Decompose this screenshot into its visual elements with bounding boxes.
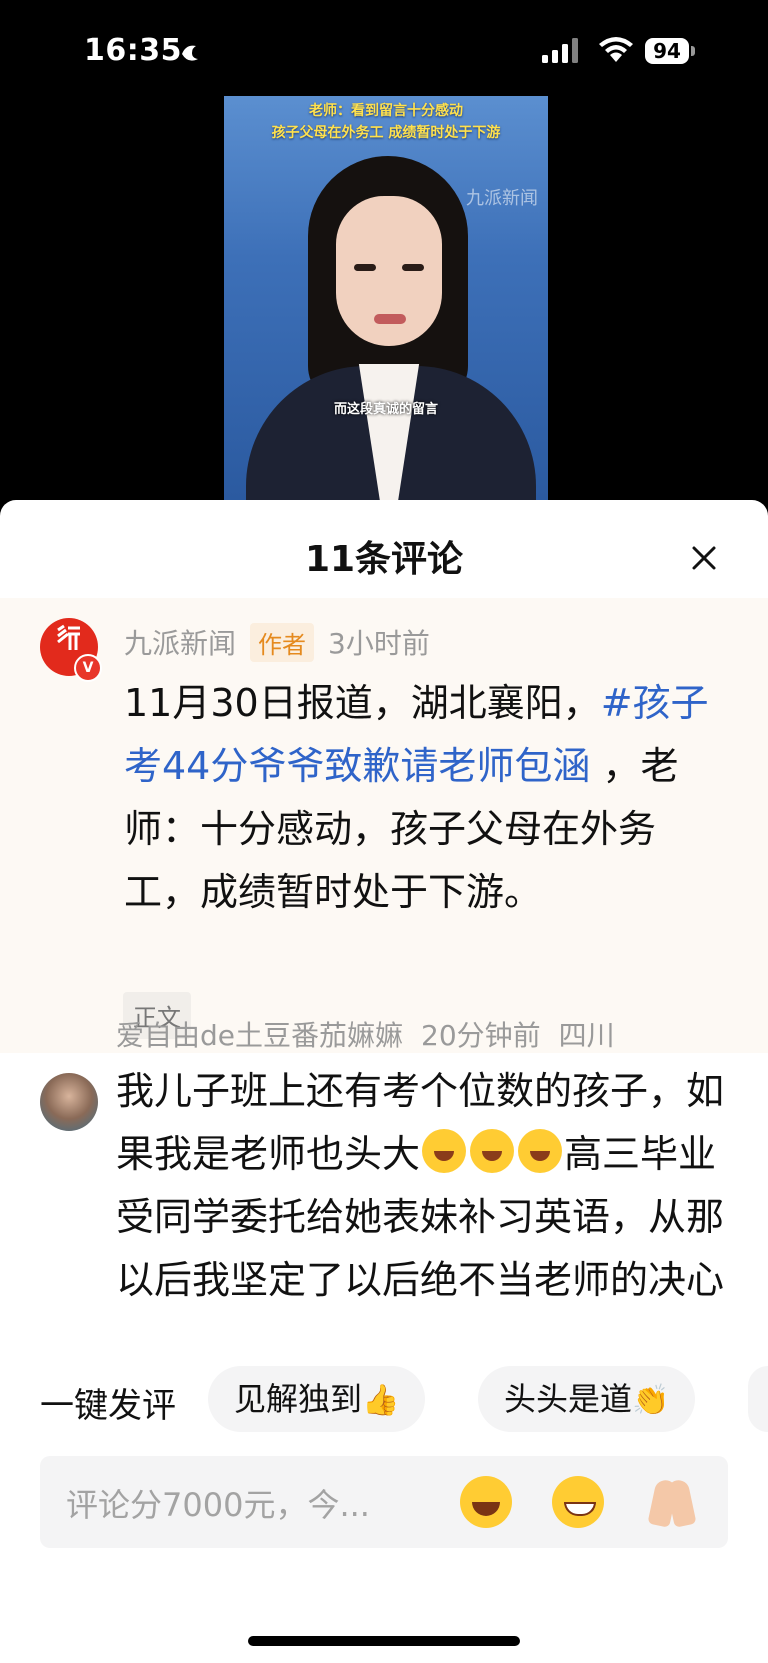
user-avatar[interactable] xyxy=(40,1073,98,1131)
author-comment-text: 11月30日报道，湖北襄阳，#孩子考44分爷爷致歉请老师包涵 ，老师：十分感动，… xyxy=(124,672,724,924)
jiupai-logo-icon xyxy=(57,624,80,650)
user-comment-meta: 爱自由de土豆番茄嫲嫲 20分钟前 四川 xyxy=(116,1014,615,1054)
wifi-icon xyxy=(599,37,633,62)
video-watermark: 九派新闻 xyxy=(466,188,538,209)
quick-comment-chip[interactable]: 见解独到👍 xyxy=(208,1366,426,1432)
battery-icon: 94 xyxy=(645,38,697,66)
focus-mode-icon xyxy=(182,45,198,61)
user-location: 四川 xyxy=(558,1019,615,1052)
video-subtitle: 而这段真诚的留言 xyxy=(333,402,438,417)
laugh-cry-emoji-icon xyxy=(518,1129,563,1173)
author-comment-meta: 九派新闻 作者 3小时前 xyxy=(124,622,430,662)
chip-label: 头头是道 xyxy=(504,1380,633,1418)
user-comment-text: 我儿子班上还有考个位数的孩子，如果我是老师也头大 高三毕业受同学委托给她表妹补习英… xyxy=(116,1060,728,1318)
author-comment-time: 3小时前 xyxy=(328,627,430,660)
presenter-eye xyxy=(402,264,424,271)
chip-label: 见解独到 xyxy=(234,1380,363,1418)
author-tag: 作者 xyxy=(250,622,315,662)
author-comment: V 九派新闻 作者 3小时前 11月30日报道，湖北襄阳，#孩子考44分爷爷致歉… xyxy=(0,598,768,1053)
comments-sheet: 11条评论 V 九派新闻 作者 3小时前 11月30日报道，湖北襄阳，#孩子考4… xyxy=(0,500,768,1663)
folded-hands-emoji-icon[interactable] xyxy=(646,1476,698,1528)
video-headline: 老师：看到留言十分感动 孩子父母在外务工 成绩暂时处于下游 xyxy=(224,96,548,144)
home-indicator[interactable] xyxy=(248,1636,520,1646)
close-icon[interactable] xyxy=(684,538,724,578)
author-avatar[interactable]: V xyxy=(40,618,102,682)
thumbs-up-icon: 👍 xyxy=(362,1383,400,1418)
comment-input[interactable]: 评论分7000元，今... xyxy=(40,1456,728,1548)
status-bar: 16:35 94 xyxy=(0,0,768,96)
quick-comment-chip[interactable]: 头头是道👏 xyxy=(478,1366,696,1432)
quick-comment-bar: 一键发评 见解独到👍 头头是道👏 xyxy=(0,1358,768,1438)
user-name[interactable]: 爱自由de土豆番茄嫲嫲 xyxy=(116,1014,403,1054)
battery-level: 94 xyxy=(645,38,689,64)
laugh-cry-emoji-icon xyxy=(422,1129,467,1173)
quick-comment-label: 一键发评 xyxy=(40,1386,176,1426)
clapping-hands-icon: 👏 xyxy=(632,1383,670,1418)
grinning-squint-emoji-icon[interactable] xyxy=(460,1476,512,1528)
author-name[interactable]: 九派新闻 xyxy=(124,622,236,662)
presenter-eye xyxy=(354,264,376,271)
comment-input-placeholder: 评论分7000元，今... xyxy=(66,1486,370,1524)
beaming-smile-emoji-icon[interactable] xyxy=(552,1476,604,1528)
presenter-lips xyxy=(374,314,406,324)
verified-badge-icon: V xyxy=(74,654,102,682)
user-comment-time: 20分钟前 xyxy=(421,1019,541,1052)
laugh-cry-emoji-icon xyxy=(470,1129,515,1173)
status-time: 16:35 xyxy=(84,33,182,68)
quick-comment-chip-partial[interactable] xyxy=(748,1366,768,1432)
video-headline-line1: 老师：看到留言十分感动 xyxy=(309,103,463,119)
cellular-signal-icon xyxy=(542,38,578,63)
comments-count-title: 11条评论 xyxy=(304,539,464,580)
video-headline-line2: 孩子父母在外务工 成绩暂时处于下游 xyxy=(271,125,501,141)
video-player[interactable]: 老师：看到留言十分感动 孩子父母在外务工 成绩暂时处于下游 九派新闻 而这段真诚… xyxy=(224,96,548,500)
comment-text-part: 11月30日报道，湖北襄阳， xyxy=(124,681,601,725)
